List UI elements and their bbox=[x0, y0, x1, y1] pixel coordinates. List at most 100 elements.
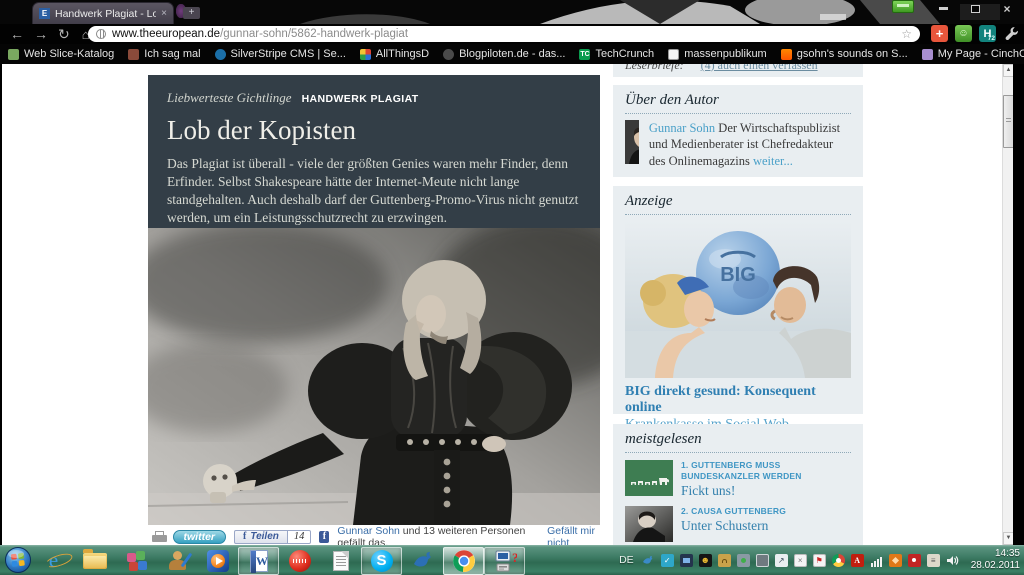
taskbar-twitter-client[interactable] bbox=[402, 547, 443, 575]
reload-button[interactable]: ↻ bbox=[58, 27, 70, 41]
article-title: Lob der Kopisten bbox=[167, 115, 581, 146]
start-button[interactable] bbox=[3, 546, 33, 574]
taskbar-cubes-app[interactable] bbox=[115, 547, 156, 575]
forward-button[interactable]: → bbox=[34, 27, 48, 41]
bookmark-cinchcast[interactable]: My Page - CinchCast bbox=[922, 48, 1024, 60]
close-button[interactable]: × bbox=[996, 2, 1018, 15]
ad-image[interactable]: BIG bbox=[625, 221, 851, 378]
bookmark-favicon bbox=[443, 49, 454, 60]
tray-window-update-icon[interactable]: ↗ bbox=[775, 554, 788, 567]
facebook-like-line: Gunnar Sohn und 13 weiteren Personen gef… bbox=[337, 525, 539, 546]
bookmark-favicon bbox=[360, 49, 371, 60]
extension-add-icon[interactable]: + bbox=[931, 25, 948, 42]
like-user-link[interactable]: Gunnar Sohn bbox=[337, 525, 399, 537]
page-scrollbar[interactable]: ▲ ▼ bbox=[1002, 64, 1013, 545]
taskbar-chrome[interactable] bbox=[443, 547, 484, 575]
tray-box-close-icon[interactable]: × bbox=[794, 554, 807, 567]
tray-dropbox-icon[interactable]: ✓ bbox=[661, 554, 674, 567]
kicker-topic[interactable]: HANDWERK PLAGIAT bbox=[302, 93, 419, 105]
bookmark-massenpublikum[interactable]: massenpublikum bbox=[668, 48, 767, 60]
url-text[interactable]: www.theeuropean.de/gunnar-sohn/5862-hand… bbox=[112, 28, 895, 40]
restore-button[interactable] bbox=[964, 2, 986, 15]
tray-orange-app-icon[interactable] bbox=[889, 554, 902, 567]
bookmark-label: SilverStripe CMS | Se... bbox=[231, 48, 346, 60]
scroll-down-button[interactable]: ▼ bbox=[1003, 532, 1013, 545]
mostread-heading: meistgelesen bbox=[625, 431, 851, 453]
tray-signal-bars-icon[interactable] bbox=[870, 554, 883, 567]
tray-usb-icon[interactable] bbox=[737, 554, 750, 567]
bookmark-ich-sag-mal[interactable]: Ich sag mal bbox=[128, 48, 200, 60]
tab-close-icon[interactable]: × bbox=[161, 9, 167, 19]
bookmark-star-icon[interactable]: ☆ bbox=[901, 27, 912, 41]
author-more-link[interactable]: weiter... bbox=[753, 154, 793, 168]
cubes-icon bbox=[124, 549, 148, 573]
share-strip: twitter fTeilen 14 f Gunnar Sohn und 13 … bbox=[148, 528, 608, 545]
clock-time: 14:35 bbox=[971, 548, 1020, 561]
scroll-up-button[interactable]: ▲ bbox=[1003, 64, 1013, 77]
new-tab-button[interactable]: + bbox=[183, 7, 200, 19]
language-indicator[interactable]: DE bbox=[619, 554, 634, 566]
tray-action-center-flag-icon[interactable]: ⚑ bbox=[813, 554, 826, 567]
taskbar-word[interactable]: W bbox=[238, 547, 279, 575]
article-photo bbox=[148, 228, 600, 525]
bookmark-techcrunch[interactable]: TCTechCrunch bbox=[579, 48, 654, 60]
mostread-title[interactable]: Unter Schustern bbox=[681, 518, 786, 534]
minimize-button[interactable] bbox=[932, 2, 954, 15]
kicker-series[interactable]: Liebwerteste Gichtlinge bbox=[167, 90, 292, 106]
tray-adobe-pdf-icon[interactable]: A bbox=[851, 554, 864, 567]
scrollbar-thumb[interactable] bbox=[1003, 95, 1013, 148]
leserbriefe-link[interactable]: (4) auch einen verfassen bbox=[701, 64, 818, 72]
taskbar-remote-help[interactable]: ? bbox=[484, 547, 525, 575]
extension-h72-icon[interactable]: H72 bbox=[979, 25, 996, 42]
mostread-item-1[interactable]: 1. GUTTENBERG MUSS BUNDESKANZLER WERDEN … bbox=[625, 460, 851, 499]
tray-recorder-icon[interactable] bbox=[908, 554, 921, 567]
tray-pc-icon[interactable] bbox=[680, 554, 693, 567]
taskbar-user-paint-app[interactable] bbox=[156, 547, 197, 575]
taskbar-audacity[interactable] bbox=[279, 547, 320, 575]
tray-messenger-icon[interactable]: ☻ bbox=[699, 554, 712, 567]
mostread-rank: 2. bbox=[681, 506, 689, 516]
taskbar-clock[interactable]: 14:35 28.02.2011 bbox=[971, 548, 1020, 573]
wrench-menu-icon[interactable] bbox=[1003, 25, 1020, 42]
author-name-link[interactable]: Gunnar Sohn bbox=[649, 121, 715, 135]
taskbar-media-player[interactable] bbox=[197, 547, 238, 575]
print-icon[interactable] bbox=[152, 531, 165, 542]
bookmark-favicon bbox=[8, 49, 19, 60]
author-avatar bbox=[625, 120, 639, 164]
tray-bird-icon[interactable] bbox=[642, 554, 655, 567]
svg-text:?: ? bbox=[512, 550, 517, 565]
chrome-icon bbox=[452, 549, 476, 573]
facebook-like-icon: f bbox=[319, 531, 329, 543]
taskbar-notepad[interactable] bbox=[320, 547, 361, 575]
bookmark-label: Blogpiloten.de - das... bbox=[459, 48, 565, 60]
mostread-title[interactable]: Fickt uns! bbox=[681, 483, 851, 499]
unlike-link[interactable]: Gefällt mir nicht bbox=[547, 525, 608, 546]
bookmark-blogpiloten[interactable]: Blogpiloten.de - das... bbox=[443, 48, 565, 60]
bookmark-label: Ich sag mal bbox=[144, 48, 200, 60]
tray-lock-icon[interactable] bbox=[718, 554, 731, 567]
twitter-share-button[interactable]: twitter bbox=[173, 530, 227, 544]
ad-title-link[interactable]: BIG direkt gesund: Konsequent online bbox=[625, 384, 851, 416]
bookmark-allthingsd[interactable]: AllThingsD bbox=[360, 48, 429, 60]
tray-display-icon[interactable] bbox=[756, 554, 769, 567]
extension-green-icon[interactable]: ☺ bbox=[955, 25, 972, 42]
restore-icon bbox=[971, 5, 980, 13]
tray-widget-icon[interactable] bbox=[892, 0, 914, 13]
taskbar-skype[interactable]: S bbox=[361, 547, 402, 575]
tray-clipboard-icon[interactable]: ≡ bbox=[927, 554, 940, 567]
browser-tab[interactable]: E Handwerk Plagiat - Lob d... × bbox=[32, 2, 174, 24]
address-bar[interactable]: www.theeuropean.de/gunnar-sohn/5862-hand… bbox=[88, 26, 920, 42]
taskbar-explorer[interactable] bbox=[74, 547, 115, 575]
tray-speaker-icon[interactable] bbox=[946, 554, 959, 567]
mostread-item-2[interactable]: 2. CAUSA GUTTENBERG Unter Schustern bbox=[625, 506, 851, 542]
bookmark-web-slice-katalog[interactable]: Web Slice-Katalog bbox=[8, 48, 114, 60]
tray-chrome-icon[interactable] bbox=[832, 554, 845, 567]
facebook-share-button[interactable]: fTeilen 14 bbox=[234, 530, 311, 544]
taskbar: e W S bbox=[0, 545, 1024, 575]
folder-icon bbox=[83, 553, 107, 569]
bookmark-silverstripe[interactable]: SilverStripe CMS | Se... bbox=[215, 48, 346, 60]
back-button[interactable]: ← bbox=[10, 27, 24, 41]
bookmark-gsohn-sounds[interactable]: gsohn's sounds on S... bbox=[781, 48, 908, 60]
taskbar-internet-explorer[interactable]: e bbox=[33, 547, 74, 575]
internet-explorer-icon: e bbox=[49, 548, 58, 573]
